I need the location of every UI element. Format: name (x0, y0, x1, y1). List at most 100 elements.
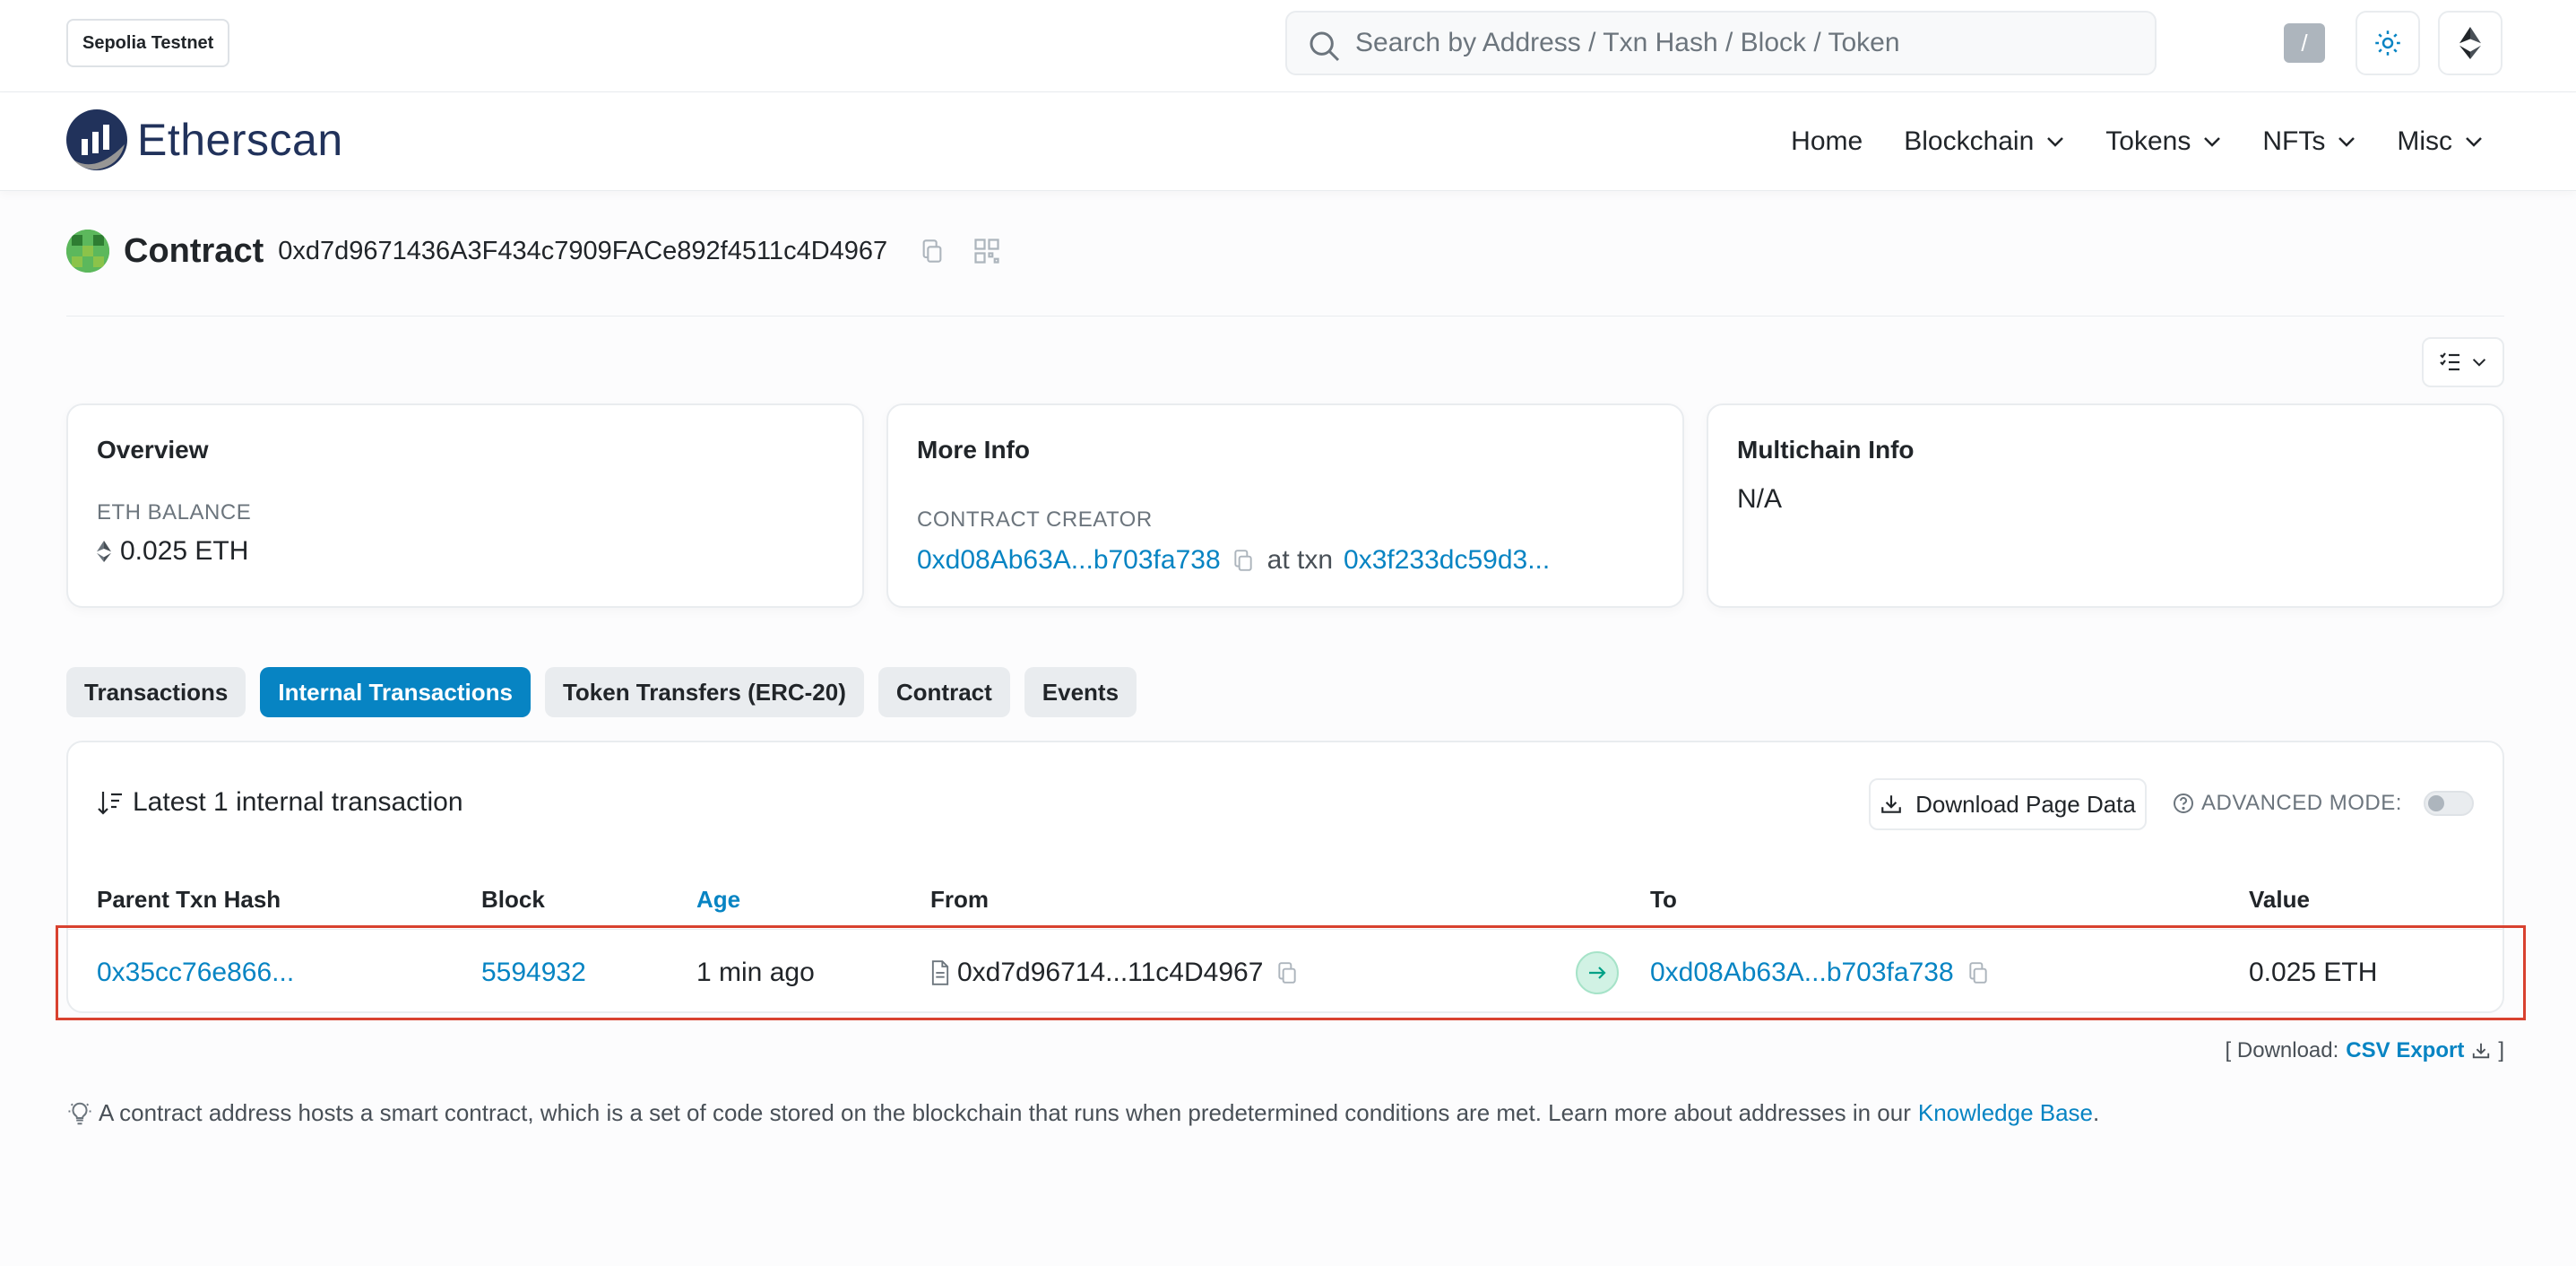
nav-nfts-label: NFTs (2262, 126, 2326, 156)
brand-name: Etherscan (137, 115, 343, 165)
download-page-data-label: Download Page Data (1915, 790, 2136, 818)
download-icon[interactable] (2471, 1041, 2491, 1061)
col-age[interactable]: Age (696, 886, 740, 914)
qr-code-icon[interactable] (973, 238, 1000, 264)
eth-balance-label: ETH BALANCE (97, 500, 252, 525)
ethereum-icon (97, 541, 111, 562)
value-amount: 0.025 ETH (2249, 958, 2378, 987)
at-txn-text: at txn (1266, 545, 1334, 575)
search-input[interactable] (1353, 23, 2070, 63)
internal-transactions-card: Latest 1 internal transaction Download P… (66, 741, 2504, 1013)
chevron-down-icon (2204, 137, 2221, 147)
nav-home[interactable]: Home (1791, 126, 1863, 157)
network-switch-button[interactable] (2438, 11, 2503, 75)
nav-misc-label: Misc (2397, 126, 2452, 156)
nav-blockchain[interactable]: Blockchain (1904, 126, 2064, 157)
multichain-card: Multichain Info N/A (1707, 403, 2504, 608)
nav-menu: Home Blockchain Tokens NFTs Misc (1750, 92, 2483, 191)
nav-tokens[interactable]: Tokens (2105, 126, 2221, 157)
from-address-text[interactable]: 0xd7d96714...11c4D4967 (957, 958, 1263, 988)
table-row: 0x35cc76e866... 5594932 1 min ago 0xd7d9… (68, 929, 2503, 1015)
copy-icon[interactable] (1232, 548, 1255, 573)
arrow-right-icon (1576, 951, 1619, 994)
multichain-value: N/A (1737, 484, 1783, 514)
creation-txn-link[interactable]: 0x3f233dc59d3... (1344, 545, 1550, 576)
tab-internal-transactions[interactable]: Internal Transactions (260, 667, 531, 717)
nav-blockchain-label: Blockchain (1904, 126, 2035, 156)
copy-icon[interactable] (920, 238, 945, 264)
overview-title: Overview (97, 436, 209, 464)
search-box[interactable]: / (1285, 11, 2325, 75)
csv-export-link[interactable]: CSV Export (2346, 1038, 2464, 1063)
eth-balance-value: 0.025 ETH (120, 536, 249, 566)
contract-file-icon (931, 960, 949, 985)
nav-tokens-label: Tokens (2105, 126, 2191, 156)
more-info-card: More Info CONTRACT CREATOR 0xd08Ab63A...… (886, 403, 1684, 608)
contract-address: 0xd7d9671436A3F434c7909FACe892f4511c4D49… (278, 236, 888, 265)
footer-note: A contract address hosts a smart contrac… (66, 1099, 2099, 1127)
address-tabs: Transactions Internal Transactions Token… (66, 667, 1137, 717)
chevron-down-icon (2047, 137, 2064, 147)
more-options-button[interactable] (2422, 337, 2504, 387)
chevron-down-icon (2472, 359, 2486, 367)
copy-icon[interactable] (1967, 960, 1990, 985)
chevron-down-icon (2338, 137, 2356, 147)
page-title: Contract (124, 231, 264, 270)
etherscan-logo-icon (66, 109, 127, 170)
contract-creator-label: CONTRACT CREATOR (917, 507, 1153, 532)
nav-home-label: Home (1791, 126, 1863, 156)
list-check-icon (2440, 352, 2459, 371)
col-value: Value (2249, 886, 2310, 913)
advanced-mode-toggle[interactable] (2423, 791, 2474, 816)
ethereum-icon (2459, 27, 2481, 59)
nav-misc[interactable]: Misc (2397, 126, 2483, 157)
col-block: Block (481, 886, 545, 913)
lightbulb-icon (68, 1102, 91, 1124)
parent-txn-hash-link[interactable]: 0x35cc76e866... (97, 930, 294, 1016)
tab-contract[interactable]: Contract (877, 667, 1010, 717)
direction-arrow (1576, 930, 1619, 1016)
identicon-icon (66, 230, 109, 273)
tab-token-transfers[interactable]: Token Transfers (ERC-20) (544, 667, 864, 717)
creator-address-link[interactable]: 0xd08Ab63A...b703fa738 (917, 545, 1221, 576)
etherscan-logo[interactable]: Etherscan (65, 108, 343, 171)
block-link[interactable]: 5594932 (481, 930, 586, 1016)
search-icon (1310, 31, 1340, 62)
tab-transactions[interactable]: Transactions (66, 667, 246, 717)
csv-suffix: ] (2498, 1038, 2504, 1062)
col-to: To (1650, 886, 1677, 913)
table-summary-text: Latest 1 internal transaction (133, 787, 463, 817)
main-navbar: Etherscan Home Blockchain Tokens NFTs Mi… (0, 92, 2576, 191)
csv-prefix: [ Download: (2225, 1038, 2339, 1062)
to-address-link[interactable]: 0xd08Ab63A...b703fa738 (1650, 958, 1954, 988)
more-info-title: More Info (917, 436, 1030, 464)
contract-creator: 0xd08Ab63A...b703fa738 at txn 0x3f233dc5… (917, 545, 1550, 576)
nav-nfts[interactable]: NFTs (2262, 126, 2356, 157)
from-address: 0xd7d96714...11c4D4967 (930, 930, 1299, 1016)
page-header: Contract 0xd7d9671436A3F434c7909FACe892f… (66, 230, 1000, 273)
sort-icon (98, 792, 122, 815)
download-page-data-button[interactable]: Download Page Data (1869, 778, 2147, 830)
advanced-mode-label: ADVANCED MODE: (2201, 791, 2402, 815)
footer-note-end: . (2093, 1099, 2100, 1126)
col-parent-txn-hash: Parent Txn Hash (97, 886, 281, 913)
multichain-title: Multichain Info (1737, 436, 1915, 464)
csv-download: [ Download: CSV Export ] (2226, 1038, 2504, 1063)
eth-balance: 0.025 ETH (97, 536, 248, 567)
sun-icon (2375, 30, 2400, 56)
help-circle-icon (2174, 793, 2193, 813)
col-from: From (930, 886, 989, 913)
advanced-mode: ADVANCED MODE: (2173, 791, 2474, 816)
table-summary: Latest 1 internal transaction (97, 787, 463, 818)
overview-card: Overview ETH BALANCE 0.025 ETH (66, 403, 864, 608)
copy-icon[interactable] (1275, 960, 1299, 985)
knowledge-base-link[interactable]: Knowledge Base (1918, 1099, 2093, 1127)
download-icon (1881, 795, 1901, 813)
age-value: 1 min ago (696, 958, 815, 987)
network-badge[interactable]: Sepolia Testnet (66, 19, 230, 67)
tab-events[interactable]: Events (1024, 667, 1137, 717)
contract-avatar (66, 230, 109, 273)
to-address: 0xd08Ab63A...b703fa738 (1650, 930, 1990, 1016)
theme-toggle-button[interactable] (2356, 11, 2420, 75)
chevron-down-icon (2466, 137, 2482, 147)
